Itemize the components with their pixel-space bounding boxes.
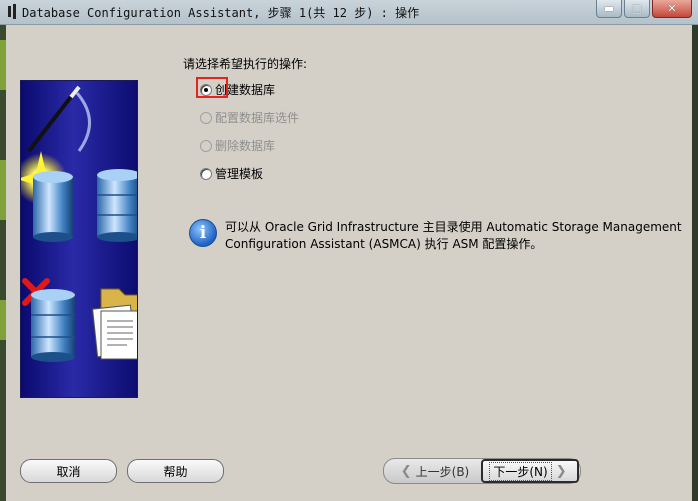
maximize-button[interactable]: □	[624, 0, 650, 18]
asm-info-text: 可以从 Oracle Grid Infrastructure 主目录使用 Aut…	[225, 220, 682, 251]
close-icon: ✕	[667, 2, 677, 15]
cancel-label: 取消	[56, 464, 81, 479]
window-title: Database Configuration Assistant, 步骤 1(共…	[22, 6, 420, 20]
minimize-button[interactable]: ▬	[596, 0, 622, 18]
help-label: 帮助	[163, 464, 188, 479]
close-button[interactable]: ✕	[652, 0, 692, 18]
minimize-icon: ▬	[603, 2, 615, 15]
illustration-graphic	[21, 85, 137, 362]
info-icon: i	[189, 219, 217, 247]
option-label: 管理模板	[215, 167, 264, 181]
dialog-body: 请选择希望执行的操作: 创建数据库 配置数据库选件 删除数据库 管理模板 i 可…	[6, 25, 692, 501]
option-manage-templates[interactable]: 管理模板	[200, 165, 263, 182]
radio-configure-options	[200, 111, 212, 124]
radio-manage-templates[interactable]	[200, 167, 212, 180]
back-label: 上一步(B)	[415, 464, 470, 479]
option-label: 配置数据库选件	[215, 111, 300, 125]
next-label: 下一步(N)	[489, 461, 552, 481]
maximize-icon: □	[631, 2, 643, 15]
next-button[interactable]: 下一步(N) ❯	[481, 459, 579, 483]
app-icon	[8, 4, 18, 19]
option-configure-options: 配置数据库选件	[200, 109, 299, 126]
option-delete-database: 删除数据库	[200, 137, 275, 154]
chevron-left-icon: ❮	[400, 463, 412, 479]
operation-prompt: 请选择希望执行的操作:	[183, 57, 308, 71]
back-button[interactable]: ❮ 上一步(B)	[385, 459, 481, 483]
help-button[interactable]: 帮助	[127, 459, 224, 483]
cancel-button[interactable]: 取消	[20, 459, 117, 483]
title-bar[interactable]: Database Configuration Assistant, 步骤 1(共…	[0, 0, 698, 25]
chevron-right-icon: ❯	[555, 463, 567, 479]
selection-highlight	[196, 77, 228, 98]
option-label: 删除数据库	[215, 139, 276, 153]
wizard-illustration	[20, 80, 138, 398]
radio-delete-database	[200, 139, 212, 152]
